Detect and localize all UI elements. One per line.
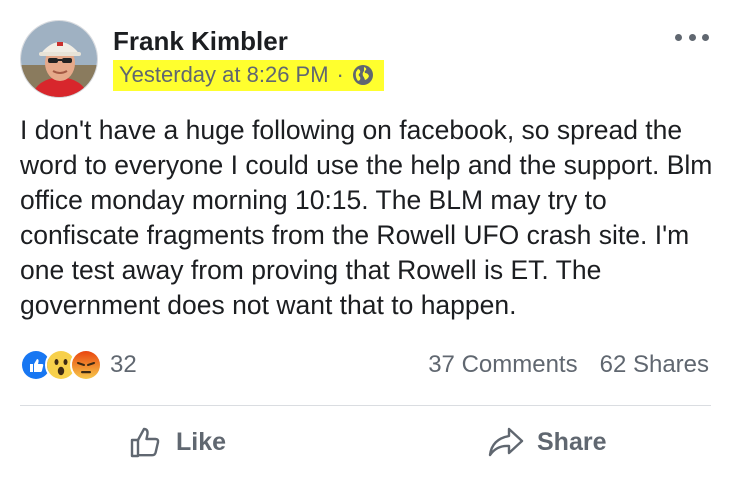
more-dot [675,33,682,41]
post-text: I don't have a huge following on faceboo… [20,115,713,320]
more-dot [702,33,709,41]
reactions-summary[interactable]: 32 [20,348,137,382]
angry-reaction-icon [70,349,102,381]
share-arrow-icon [488,427,524,457]
timestamp-separator: · [336,62,344,87]
share-label: Share [537,427,607,456]
post-timestamp[interactable]: Yesterday at 8:26 PM [119,61,329,89]
more-options-icon[interactable] [675,30,709,44]
more-dot [688,33,696,41]
shares-count[interactable]: 62 Shares [600,349,709,381]
timestamp-highlight: Yesterday at 8:26 PM · [113,60,384,91]
like-button[interactable]: Like [128,422,226,462]
post-header: Frank Kimbler Yesterday at 8:26 PM · [20,20,384,98]
facebook-post: Frank Kimbler Yesterday at 8:26 PM · I d… [0,0,731,481]
globe-icon[interactable] [352,64,374,86]
author-name[interactable]: Frank Kimbler [113,24,384,58]
share-button[interactable]: Share [487,422,606,462]
thumbs-up-icon [130,427,160,458]
avatar[interactable] [20,20,98,98]
engagement-counts: 37 Comments 62 Shares [428,349,709,381]
like-label: Like [176,427,227,456]
comments-count[interactable]: 37 Comments [428,349,577,381]
post-meta: Frank Kimbler Yesterday at 8:26 PM · [113,20,384,91]
avatar-image [21,21,97,97]
divider [20,405,711,406]
reaction-count: 32 [110,351,137,378]
